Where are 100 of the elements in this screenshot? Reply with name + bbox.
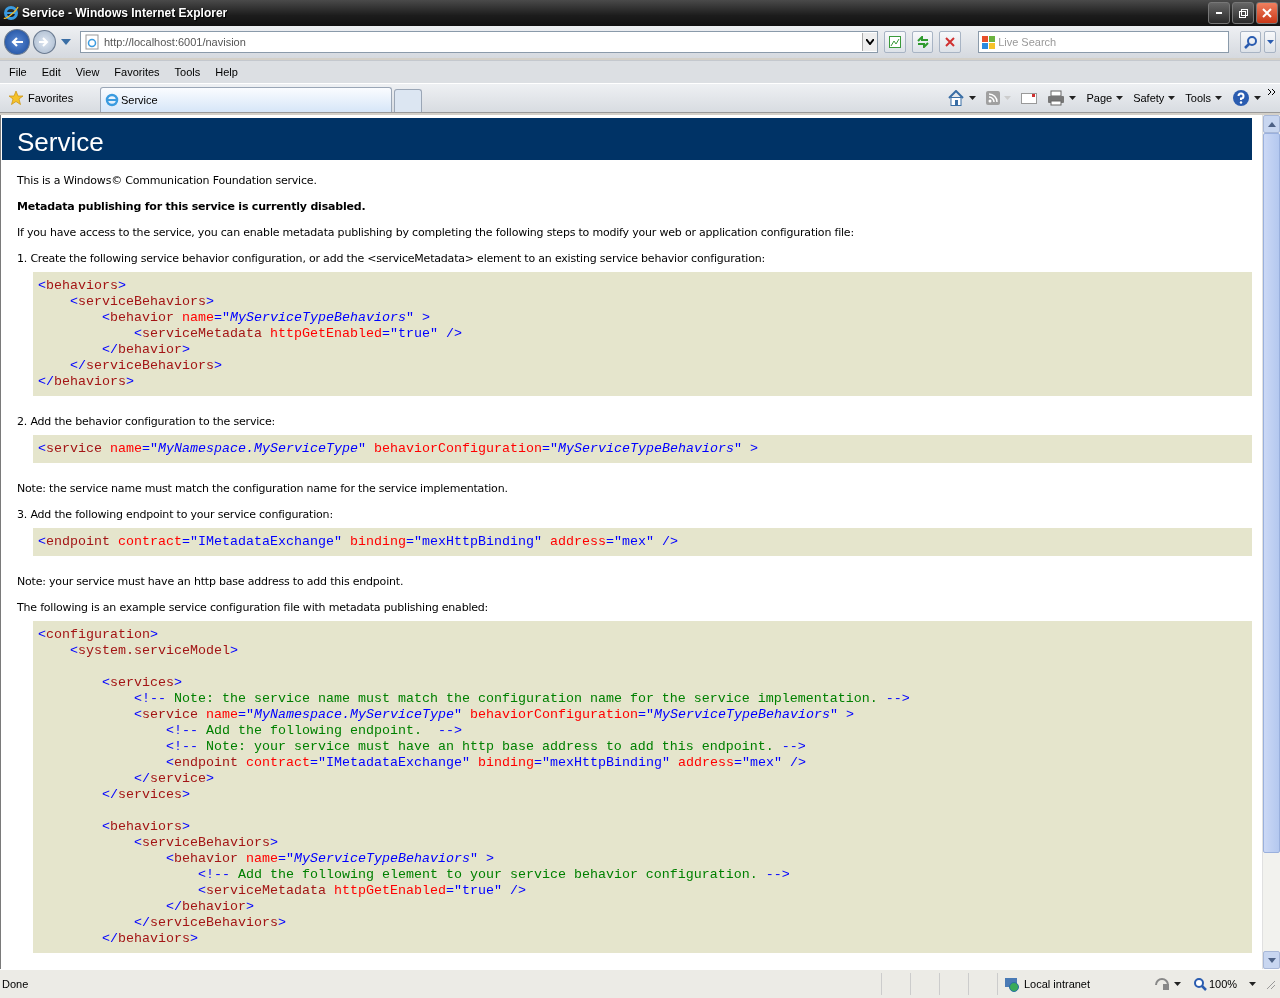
code-line: <behavior name="MyServiceTypeBehaviors" > <box>101 310 430 326</box>
search-button[interactable] <box>1239 31 1262 53</box>
paragraph: 2. Add the behavior configuration to the service: <box>17 415 276 428</box>
code-line: <!-- Add the following endpoint. --> <box>164 723 462 739</box>
paragraph: The following is an example service configuration file with metadata publishing enabled: <box>17 601 490 614</box>
code-line: <services> <box>101 675 182 691</box>
search-box[interactable]: Live Search <box>978 31 1229 53</box>
command-menu[interactable]: Safety <box>1133 87 1176 109</box>
window-title: Service - Windows Internet Explorer <box>22 6 229 20</box>
code-line: <system.serviceModel> <box>69 643 238 659</box>
menu-item[interactable]: Help <box>206 66 244 78</box>
code-line: <serviceMetadata httpGetEnabled="true" /> <box>132 326 462 342</box>
code-line: </serviceBehaviors> <box>132 915 286 931</box>
caret-icon[interactable] <box>1249 982 1256 986</box>
feed-icon <box>986 91 1001 105</box>
paragraph: Note: your service must have an http base address to add this endpoint. <box>17 575 405 588</box>
minimize-button[interactable] <box>1208 2 1230 24</box>
code-line: <serviceBehaviors> <box>69 294 214 310</box>
picture-icon <box>889 36 901 48</box>
code-line: </behavior> <box>164 899 254 915</box>
code-line: <serviceMetadata httpGetEnabled="true" /> <box>196 883 526 899</box>
menu-item[interactable]: Tools <box>165 66 207 78</box>
right-arrow-icon <box>39 37 50 47</box>
code-line: <!-- Note: the service name must match the configuration name for the service implementation. --> <box>132 691 910 707</box>
code-line: <service name="MyNamespace.MyServiceType" behaviorConfiguration="MyServiceTypeBehaviors" > <box>132 707 854 723</box>
intranet-globe-icon <box>1004 976 1020 992</box>
paragraph: This is a Windows© Communication Foundation service. <box>17 174 318 187</box>
resize-grip-icon <box>1264 978 1276 990</box>
stop-button[interactable] <box>939 31 962 53</box>
chevron-icon[interactable] <box>1267 88 1276 96</box>
stop-icon <box>945 37 956 47</box>
search-options-button[interactable] <box>1264 31 1276 53</box>
zoom-button[interactable]: 100% <box>1193 977 1249 991</box>
paragraph: If you have access to the service, you can enable metadata publishing by completing the following steps to modify your web or application configuration file: <box>17 226 855 239</box>
scroll-thumb[interactable] <box>1263 133 1280 853</box>
caret-icon <box>1266 40 1274 44</box>
up-arrow-icon <box>1267 121 1276 127</box>
page-icon <box>83 34 100 50</box>
caret-icon <box>1116 96 1124 100</box>
browser-logo-icon <box>105 93 119 107</box>
close-icon <box>1262 8 1272 18</box>
code-line: <service name="MyNamespace.MyServiceType" behaviorConfiguration="MyServiceTypeBehaviors" > <box>38 441 758 457</box>
paragraph: 3. Add the following endpoint to your service configuration: <box>17 508 334 521</box>
code-line: </services> <box>101 787 190 803</box>
code-line: </behaviors> <box>38 374 134 390</box>
home-button[interactable] <box>947 87 977 109</box>
code-line: <endpoint contract="IMetadataExchange" binding="mexHttpBinding" address="mex" /> <box>38 534 678 550</box>
page-header: Service <box>2 118 1252 160</box>
menu-item[interactable]: Edit <box>32 66 67 78</box>
code-line: <serviceBehaviors> <box>132 835 278 851</box>
restore-icon <box>1238 8 1248 18</box>
code-line: <configuration> <box>38 627 158 643</box>
paragraph: 1. Create the following service behavior configuration, or add the <serviceMetadata> element to an existing service behavior configuration: <box>17 252 766 265</box>
scroll-up-button[interactable] <box>1263 115 1280 133</box>
scrollbar[interactable] <box>1262 115 1280 969</box>
windows-flag-icon <box>982 35 996 49</box>
menu-item[interactable]: View <box>66 66 106 78</box>
help-icon <box>1232 89 1250 107</box>
printer-icon <box>1047 90 1066 106</box>
down-arrow-icon <box>1267 957 1276 963</box>
code-line: <!-- Add the following element to your service behavior configuration. --> <box>196 867 790 883</box>
caret-icon <box>866 39 875 45</box>
star-icon <box>8 90 24 106</box>
print-button[interactable] <box>1047 87 1077 109</box>
command-menu[interactable]: Page <box>1086 87 1124 109</box>
menu-item[interactable]: Favorites <box>105 66 166 78</box>
caret-icon <box>1174 982 1181 986</box>
code-line: <behaviors> <box>38 278 126 294</box>
browser-tab[interactable]: Service <box>100 87 392 112</box>
code-line: </service> <box>132 771 214 787</box>
favorites-button[interactable]: Favorites <box>4 86 92 110</box>
caret-icon <box>1215 96 1222 100</box>
address-dropdown-button[interactable] <box>862 33 878 51</box>
magnifier-icon <box>1193 977 1207 991</box>
forward-button[interactable] <box>32 30 57 54</box>
envelope-icon <box>1021 92 1038 104</box>
minimize-icon <box>1216 12 1222 14</box>
menu-item[interactable]: File <box>0 66 33 78</box>
search-icon <box>1243 35 1257 49</box>
house-icon <box>947 90 966 106</box>
code-line: </behavior> <box>101 342 190 358</box>
caret-icon <box>1069 96 1077 100</box>
help-button[interactable] <box>1232 87 1261 109</box>
close-button[interactable] <box>1256 2 1278 24</box>
code-line: </serviceBehaviors> <box>69 358 222 374</box>
back-button[interactable] <box>4 29 30 55</box>
code-line: <behaviors> <box>101 819 190 835</box>
status-text: Done <box>1 978 30 990</box>
scroll-down-button[interactable] <box>1263 951 1280 969</box>
restore-button[interactable] <box>1232 2 1254 24</box>
left-arrow-icon <box>10 37 23 47</box>
refresh-icon <box>916 36 929 48</box>
compatibility-button[interactable] <box>884 31 906 53</box>
command-menu[interactable]: Tools <box>1185 87 1222 109</box>
refresh-button[interactable] <box>911 31 934 53</box>
paragraph: Note: the service name must match the configuration name for the service implementation. <box>17 482 509 495</box>
address-field[interactable]: http://localhost:6001/navision <box>79 31 879 53</box>
code-line: <behavior name="MyServiceTypeBehaviors" > <box>164 851 494 867</box>
caret-icon <box>969 96 977 100</box>
caret-icon <box>1254 96 1261 100</box>
